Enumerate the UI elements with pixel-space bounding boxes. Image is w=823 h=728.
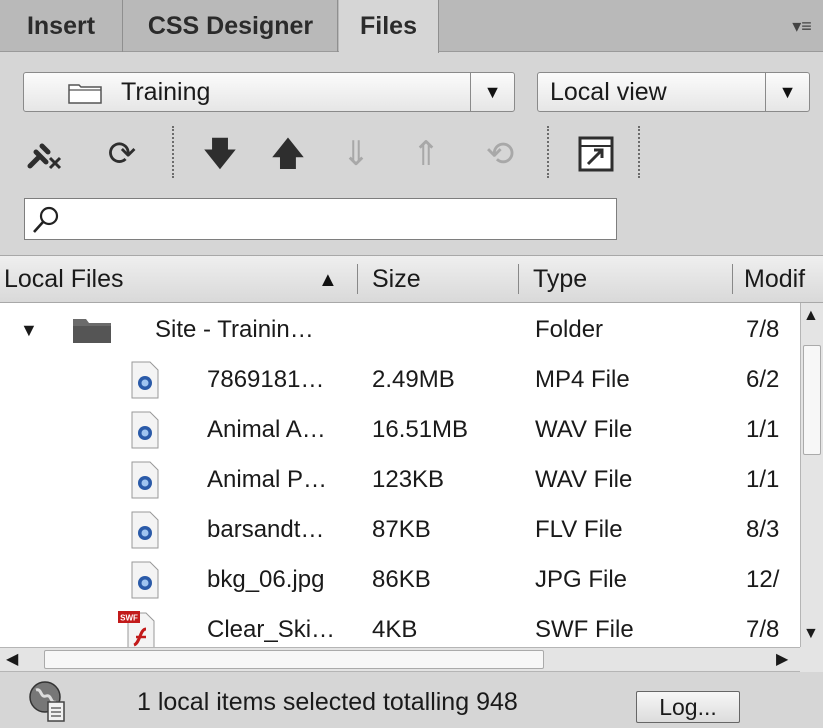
file-size: 4KB [372,616,418,643]
tab-files[interactable]: Files [339,0,439,53]
sort-ascending-icon[interactable]: ▲ [318,270,338,290]
put-files-icon[interactable]: 🡅 [266,132,310,176]
check-out-icon[interactable]: ⇓ [334,132,378,176]
file-modified: 12/ [746,566,780,593]
file-size: 16.51MB [372,416,469,443]
file-type: MP4 File [535,366,630,393]
horizontal-scrollbar[interactable]: ◀ ▶ [0,647,800,672]
file-type: JPG File [535,566,628,593]
panel-menu-icon[interactable]: ▾≡ [789,14,815,38]
column-divider[interactable] [518,264,519,294]
files-toolbar: ⟳ 🡇 🡅 ⇓ ⇑ ⟲ [0,126,823,186]
file-type: Folder [535,316,604,343]
quicktime-file-icon [131,361,159,399]
column-type[interactable]: Type [533,256,587,302]
file-modified: 8/3 [746,516,780,543]
search-icon [33,206,59,233]
vertical-scrollbar[interactable]: ▲ ▼ [800,303,823,647]
file-name: bkg_06.jpg [207,566,325,593]
scroll-down-icon[interactable]: ▼ [803,625,819,643]
file-modified: 1/1 [746,416,780,443]
scroll-right-icon[interactable]: ▶ [776,649,788,669]
file-modified: 7/8 [746,616,780,643]
swf-file-icon: SWF [118,611,155,647]
chevron-down-icon[interactable]: ▼ [470,73,514,111]
synchronize-icon[interactable]: ⟲ [478,132,522,176]
file-name: Site - Trainin… [155,316,314,343]
file-type: SWF File [535,616,634,643]
site-select[interactable]: Training ▼ [23,72,515,112]
table-row[interactable]: Animal P… 123KB WAV File 1/1 [0,455,800,505]
file-modified: 6/2 [746,366,780,393]
column-divider[interactable] [357,264,358,294]
view-select[interactable]: Local view ▼ [537,72,810,112]
column-divider[interactable] [732,264,733,294]
status-bar: 1 local items selected totalling 948 Log… [0,672,823,728]
status-text: 1 local items selected totalling 948 [137,688,518,716]
view-select-value: Local view [550,78,667,106]
column-size[interactable]: Size [372,256,421,302]
file-list-header: Local Files ▲ Size Type Modif [0,255,823,303]
table-row[interactable]: barsandt… 87KB FLV File 8/3 [0,505,800,555]
site-select-value: Training [121,78,211,106]
toolbar-separator [638,126,640,178]
file-list: ▼ Site - Trainin… Folder 7/8 7869181… 2.… [0,303,800,647]
file-size: 86KB [372,566,431,593]
file-size: 123KB [372,466,445,493]
panel-tab-bar: Insert CSS Designer Files ▾≡ [0,0,823,53]
quicktime-file-icon [131,461,159,499]
site-globe-icon [29,681,65,722]
file-type: WAV File [535,416,633,443]
search-input[interactable] [65,201,610,237]
disclosure-triangle-icon[interactable]: ▼ [20,305,38,355]
table-row[interactable]: ▼ Site - Trainin… Folder 7/8 [0,305,800,355]
scroll-thumb[interactable] [803,345,821,455]
column-local-files[interactable]: Local Files [4,256,124,302]
folder-icon [68,84,102,104]
quicktime-file-icon [131,561,159,599]
file-size: 87KB [372,516,431,543]
quicktime-file-icon [131,411,159,449]
file-search[interactable] [24,198,617,240]
refresh-icon[interactable]: ⟳ [100,132,144,176]
disconnect-icon[interactable] [22,132,66,176]
toolbar-separator [172,126,174,178]
expand-panel-icon[interactable] [574,132,618,176]
log-button[interactable]: Log... [636,691,740,723]
file-modified: 7/8 [746,316,780,343]
table-row[interactable]: 7869181… 2.49MB MP4 File 6/2 [0,355,800,405]
column-modified[interactable]: Modif [744,256,805,302]
file-size: 2.49MB [372,366,455,393]
tab-insert[interactable]: Insert [0,0,123,52]
table-row[interactable]: SWF Clear_Ski… 4KB SWF File 7/8 [0,605,800,647]
file-name: Clear_Ski… [207,616,336,643]
file-name: barsandt… [207,516,325,543]
scrollbar-corner [800,647,823,672]
folder-icon [73,319,111,343]
file-name: 7869181… [207,366,325,393]
file-name: Animal P… [207,466,328,493]
scroll-up-icon[interactable]: ▲ [803,307,819,325]
tab-css-designer[interactable]: CSS Designer [124,0,338,52]
file-type: FLV File [535,516,623,543]
file-name: Animal A… [207,416,326,443]
scroll-thumb[interactable] [44,650,544,669]
table-row[interactable]: bkg_06.jpg 86KB JPG File 12/ [0,555,800,605]
quicktime-file-icon [131,511,159,549]
get-files-icon[interactable]: 🡇 [198,132,242,176]
scroll-left-icon[interactable]: ◀ [6,649,18,669]
chevron-down-icon[interactable]: ▼ [765,73,809,111]
file-modified: 1/1 [746,466,780,493]
file-type: WAV File [535,466,633,493]
table-row[interactable]: Animal A… 16.51MB WAV File 1/1 [0,405,800,455]
toolbar-separator [547,126,549,178]
check-in-icon[interactable]: ⇑ [404,132,448,176]
swf-badge: SWF [120,614,138,623]
